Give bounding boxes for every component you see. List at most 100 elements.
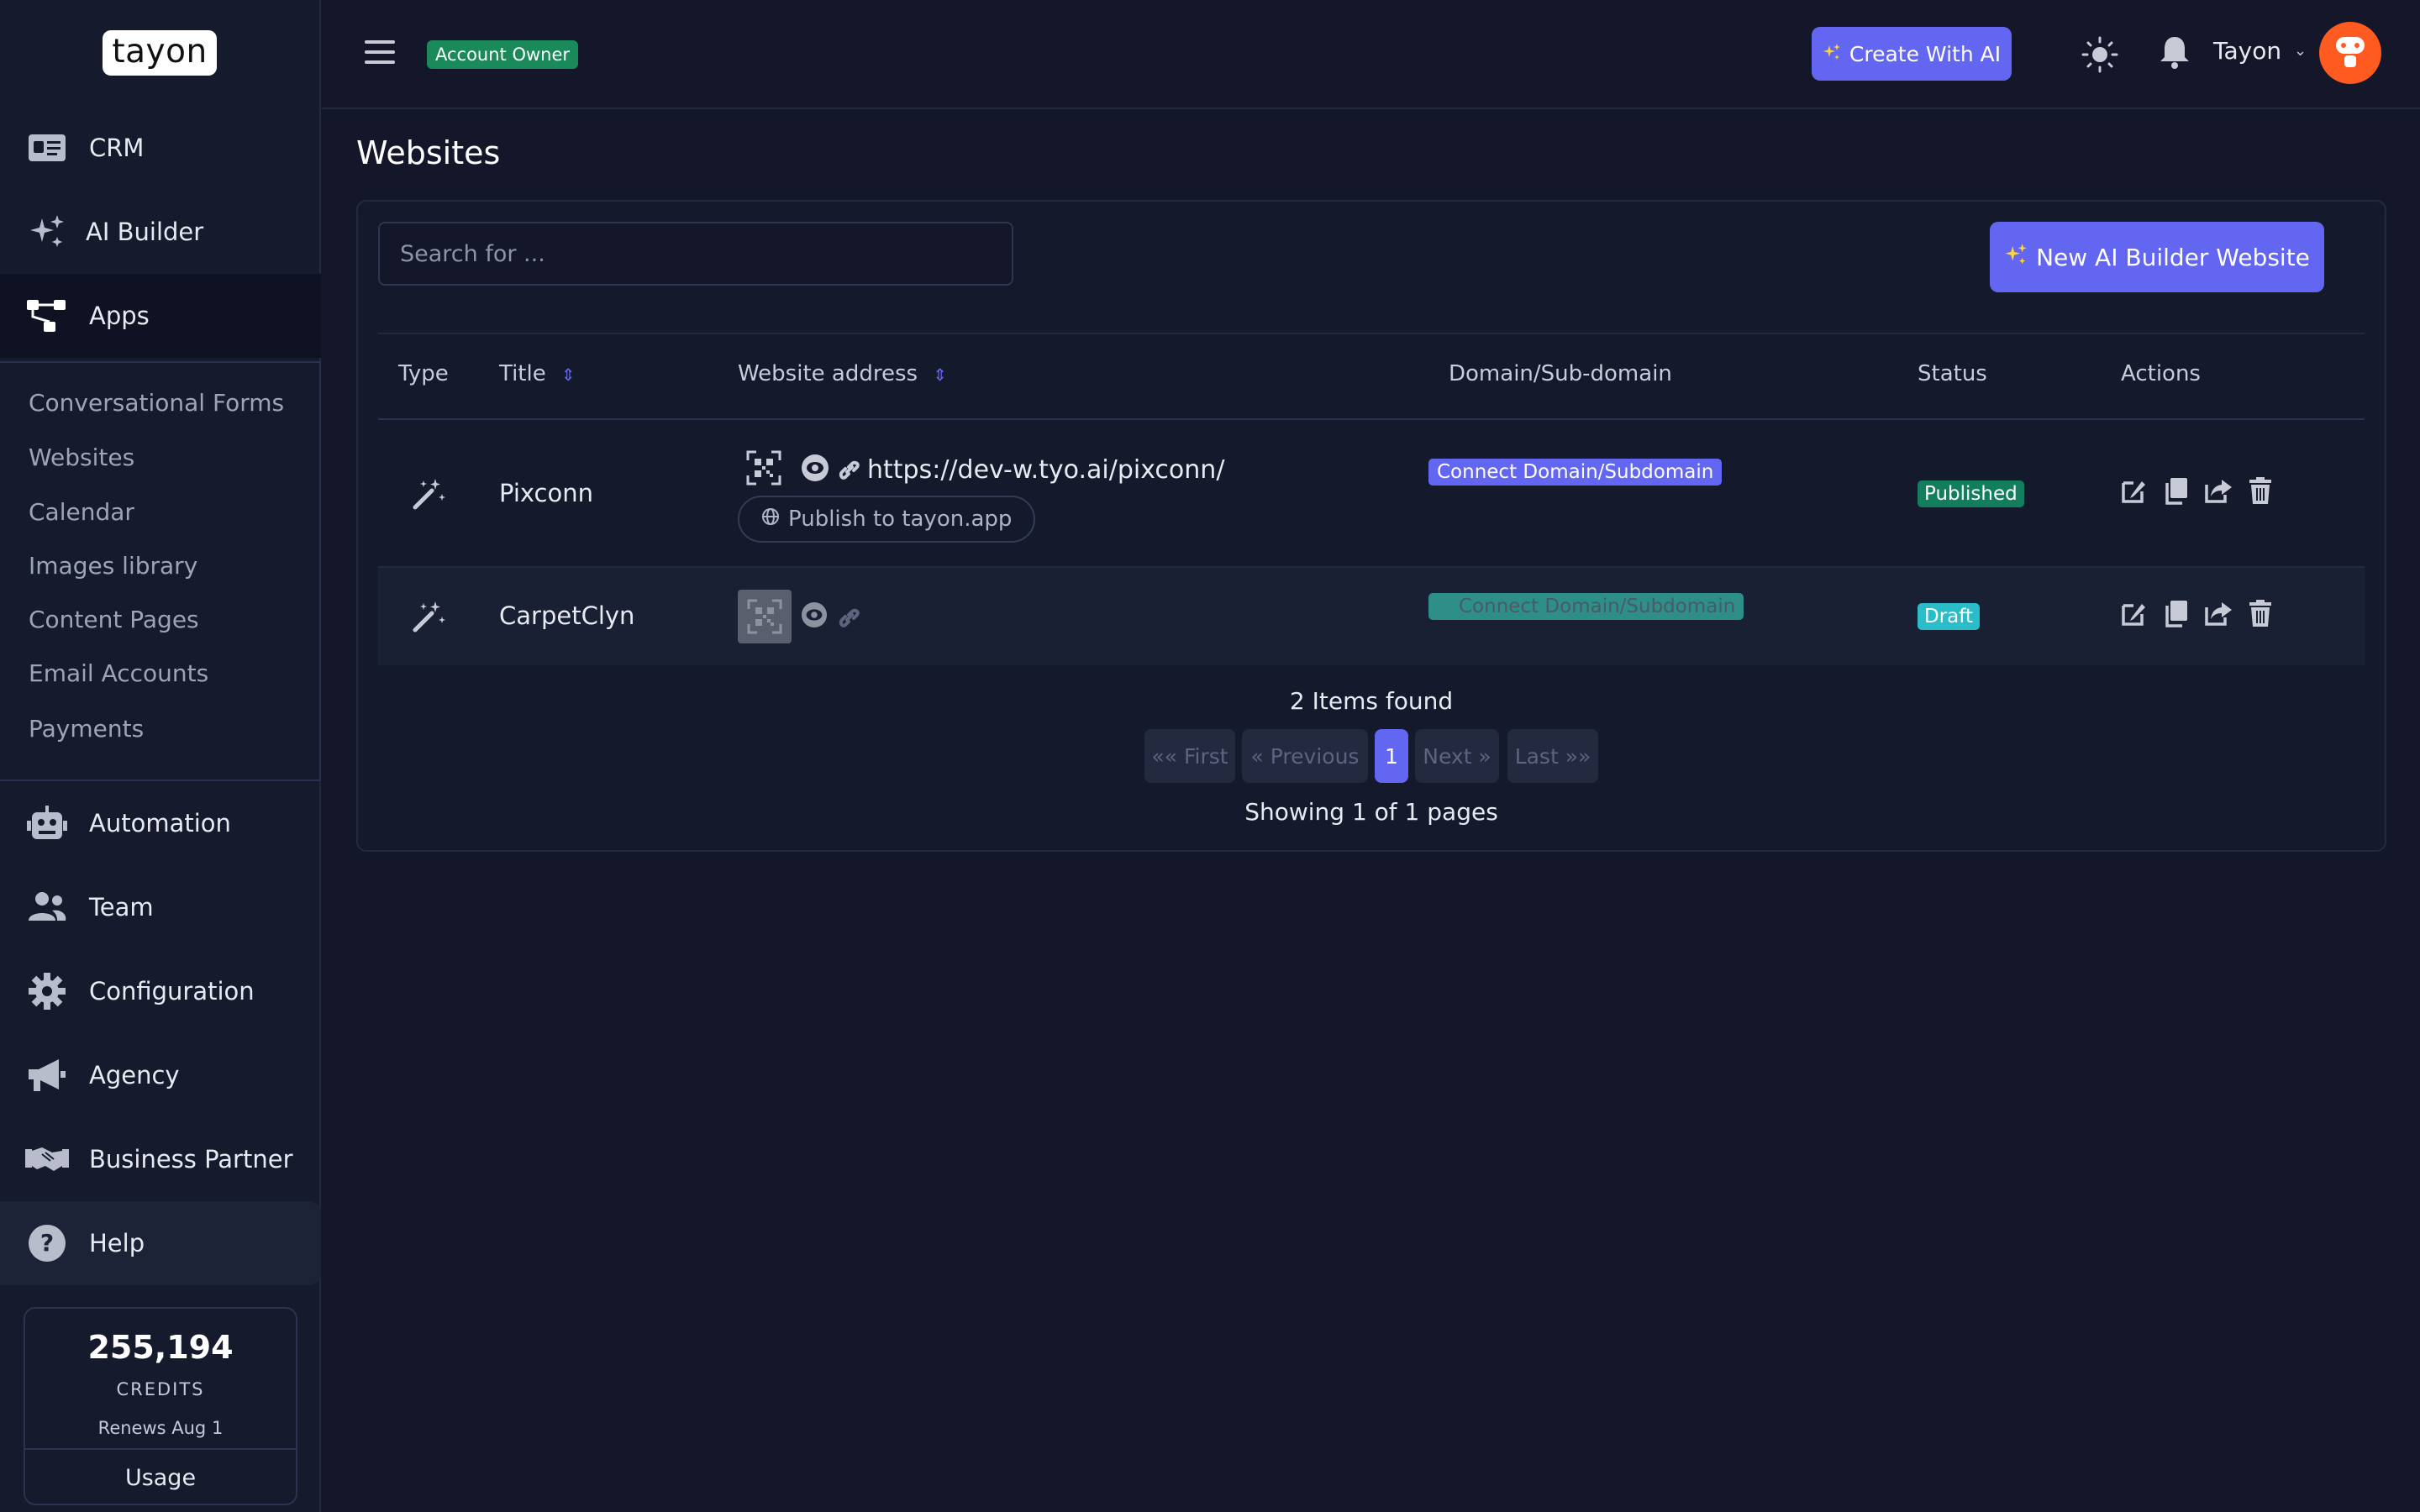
publish-label: Publish to tayon.app xyxy=(788,507,1013,532)
avatar[interactable] xyxy=(2319,22,2381,84)
sidebar-item-crm[interactable]: CRM xyxy=(0,106,321,190)
page-title: Websites xyxy=(356,134,501,171)
sidebar-item-label: AI Builder xyxy=(86,218,204,246)
sidebar-item-label: Agency xyxy=(89,1061,180,1089)
sparkles-icon xyxy=(25,210,69,254)
trash-icon[interactable] xyxy=(2245,475,2275,506)
sparkles-icon xyxy=(2004,243,2028,272)
sidebar-item-team[interactable]: Team xyxy=(0,865,321,949)
column-header-type: Type xyxy=(398,361,449,386)
sidebar-item-label: CRM xyxy=(89,134,145,162)
eye-icon[interactable] xyxy=(800,454,830,486)
qr-code-icon[interactable] xyxy=(746,450,781,489)
qr-code-icon[interactable] xyxy=(738,590,792,643)
question-circle-icon: ? xyxy=(25,1221,69,1265)
sidebar-item-ai-builder[interactable]: AI Builder xyxy=(0,190,321,274)
edit-icon[interactable] xyxy=(2119,598,2149,628)
brand-logo[interactable]: tayon xyxy=(103,30,217,76)
table-header xyxy=(378,333,2365,420)
sidebar-item-business-partner[interactable]: Business Partner xyxy=(0,1117,321,1201)
submenu-item-email-accounts[interactable]: Email Accounts xyxy=(29,657,208,690)
column-header-website-address[interactable]: Website address ⇕ xyxy=(738,361,947,386)
submenu-item-images-library[interactable]: Images library xyxy=(29,549,197,583)
table-row xyxy=(378,422,2365,568)
create-with-ai-button[interactable]: Create With AI xyxy=(1812,27,2012,81)
credits-renewal: Renews Aug 1 xyxy=(97,1418,224,1438)
submenu-item-calendar[interactable]: Calendar xyxy=(29,496,134,529)
users-icon xyxy=(25,885,69,929)
usage-button[interactable]: Usage xyxy=(25,1453,296,1504)
copy-icon[interactable] xyxy=(2161,598,2191,628)
submenu-item-websites[interactable]: Websites xyxy=(29,441,134,475)
trash-icon[interactable] xyxy=(2245,598,2275,628)
id-card-icon xyxy=(25,126,69,170)
pagination-summary: Showing 1 of 1 pages xyxy=(1244,798,1498,826)
credits-panel: 255,194 CREDITS Renews Aug 1 Usage xyxy=(24,1307,297,1505)
row-actions xyxy=(2119,475,2275,506)
pagination-page-1[interactable]: 1 xyxy=(1375,729,1408,783)
sparkles-icon xyxy=(1823,42,1841,66)
table-row xyxy=(378,568,2365,665)
row-title: Pixconn xyxy=(499,479,594,507)
sort-icon[interactable]: ⇕ xyxy=(561,365,576,385)
credits-value: 255,194 xyxy=(87,1329,234,1366)
row-actions xyxy=(2119,598,2275,628)
submenu-item-content-pages[interactable]: Content Pages xyxy=(29,603,199,637)
column-website-address-label: Website address xyxy=(738,361,918,386)
items-found-count: 2 Items found xyxy=(1289,687,1454,715)
column-header-actions: Actions xyxy=(2121,361,2201,386)
submenu-item-conversational-forms[interactable]: Conversational Forms xyxy=(29,386,284,420)
column-header-title[interactable]: Title ⇕ xyxy=(499,361,576,386)
column-header-status: Status xyxy=(1918,361,1987,386)
edit-icon[interactable] xyxy=(2119,475,2149,506)
chevron-down-icon[interactable]: ⌄ xyxy=(2294,42,2307,60)
sidebar-item-help[interactable]: ? Help xyxy=(0,1201,321,1285)
link-icon[interactable] xyxy=(837,459,860,486)
submenu-item-payments[interactable]: Payments xyxy=(29,712,144,746)
connect-domain-button: Connect Domain/Subdomain xyxy=(1428,593,1744,620)
new-ai-builder-website-label: New AI Builder Website xyxy=(2036,243,2310,271)
sidebar-item-label: Team xyxy=(89,893,154,921)
gear-icon xyxy=(25,969,69,1013)
eye-icon[interactable] xyxy=(800,601,829,632)
sidebar-item-configuration[interactable]: Configuration xyxy=(0,949,321,1033)
share-icon[interactable] xyxy=(2203,598,2233,628)
connect-domain-button[interactable]: Connect Domain/Subdomain xyxy=(1428,459,1723,486)
publish-to-tayon-button[interactable]: Publish to tayon.app xyxy=(738,496,1036,543)
search-input[interactable] xyxy=(378,222,1013,286)
column-title-label: Title xyxy=(499,361,546,386)
pagination-first-button[interactable]: «« First xyxy=(1144,729,1235,783)
sitemap-icon xyxy=(25,294,69,338)
magic-wand-icon xyxy=(410,598,447,638)
megaphone-icon xyxy=(25,1053,69,1097)
share-icon[interactable] xyxy=(2203,475,2233,506)
sidebar-item-apps[interactable]: Apps xyxy=(0,274,321,358)
status-badge: Draft xyxy=(1918,603,1980,630)
sidebar-item-label: Apps xyxy=(89,302,150,330)
website-url-link[interactable]: https://dev-w.tyo.ai/pixconn/ xyxy=(867,455,1224,485)
handshake-icon xyxy=(25,1137,69,1181)
sidebar-item-label: Configuration xyxy=(89,977,255,1005)
sidebar-item-agency[interactable]: Agency xyxy=(0,1033,321,1117)
copy-icon[interactable] xyxy=(2161,475,2191,506)
divider xyxy=(25,1448,296,1450)
magic-wand-icon xyxy=(410,475,447,516)
globe-icon xyxy=(761,507,780,532)
create-with-ai-label: Create With AI xyxy=(1849,41,2002,66)
user-name[interactable]: Tayon xyxy=(2213,37,2281,65)
pagination-last-button[interactable]: Last »» xyxy=(1507,729,1598,783)
sidebar-item-label: Help xyxy=(89,1229,145,1257)
status-badge: Published xyxy=(1918,480,2024,507)
credits-label: CREDITS xyxy=(116,1379,205,1399)
sun-icon[interactable] xyxy=(2081,35,2119,74)
role-badge: Account Owner xyxy=(427,40,579,69)
column-header-domain: Domain/Sub-domain xyxy=(1449,361,1672,386)
bell-icon[interactable] xyxy=(2156,34,2193,71)
hamburger-menu-icon[interactable] xyxy=(365,40,395,64)
pagination-next-button[interactable]: Next » xyxy=(1415,729,1499,783)
new-ai-builder-website-button[interactable]: New AI Builder Website xyxy=(1990,222,2324,292)
pagination-previous-button[interactable]: « Previous xyxy=(1242,729,1368,783)
row-title: CarpetClyn xyxy=(499,601,635,630)
sort-icon[interactable]: ⇕ xyxy=(933,365,947,385)
svg-text:?: ? xyxy=(40,1229,54,1257)
